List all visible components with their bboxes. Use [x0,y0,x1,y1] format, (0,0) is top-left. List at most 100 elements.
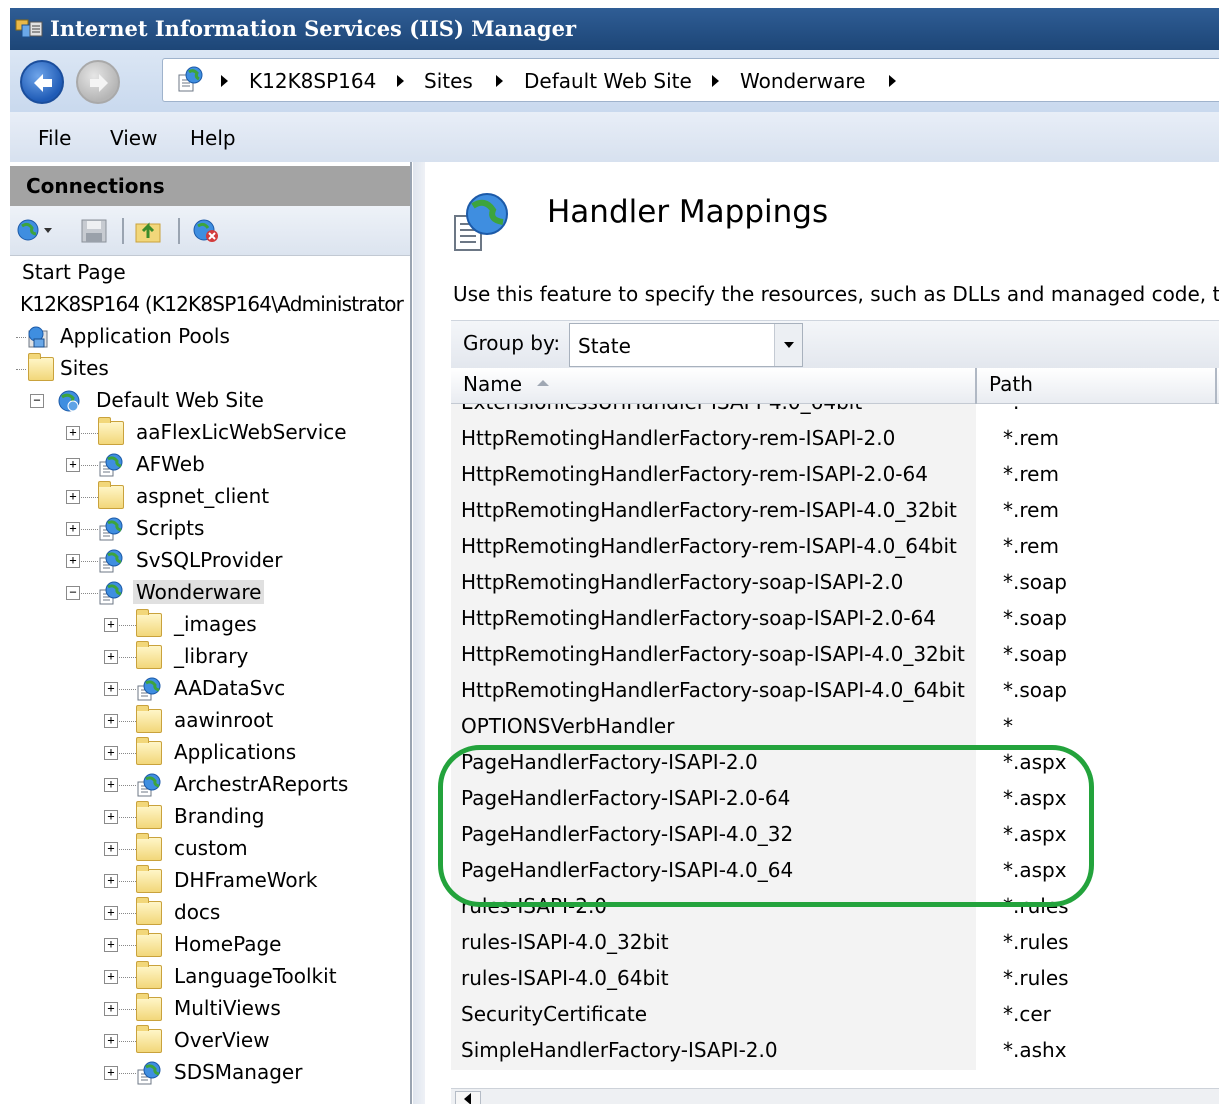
tree-item-languagetoolkit[interactable]: + LanguageToolkit [10,961,410,994]
tree-item-sdsmanager[interactable]: + SDSManager [10,1058,410,1090]
expand-toggle-icon[interactable]: + [66,458,80,472]
tree-connector [81,497,98,498]
expand-toggle-icon[interactable]: + [104,938,118,952]
breadcrumb-separator-icon[interactable] [712,75,719,87]
address-bar[interactable]: K12K8SP164 Sites Default Web Site Wonder… [162,58,1219,102]
tree-item-aspnet-client[interactable]: + aspnet_client [10,481,410,514]
scroll-left-icon[interactable] [455,1091,481,1104]
group-by-select[interactable]: State [569,323,803,367]
table-row[interactable]: HttpRemotingHandlerFactory-rem-ISAPI-4.0… [451,530,1219,566]
forward-button[interactable] [76,60,120,104]
expand-toggle-icon[interactable]: + [104,1034,118,1048]
table-row[interactable]: SimpleHandlerFactory-ISAPI-2.0 *.ashx [451,1034,1219,1070]
tree-item-label: docs [174,900,221,924]
web-application-icon [99,453,123,477]
tree-item-afweb[interactable]: + AFWeb [10,450,410,482]
tree-item-overview[interactable]: + OverView [10,1025,410,1058]
expand-toggle-icon[interactable]: + [104,714,118,728]
breadcrumb-separator-icon[interactable] [889,75,896,87]
collapse-toggle-icon[interactable]: − [30,394,44,408]
expand-toggle-icon[interactable]: + [104,1066,118,1080]
tree-item-aadatasvc[interactable]: + AADataSvc [10,674,410,706]
tree-item-images[interactable]: + _images [10,609,410,642]
expand-toggle-icon[interactable]: + [66,490,80,504]
table-row[interactable]: HttpRemotingHandlerFactory-soap-ISAPI-2.… [451,602,1219,638]
expand-toggle-icon[interactable]: + [104,874,118,888]
tree-item-aawinroot[interactable]: + aawinroot [10,705,410,738]
table-row[interactable]: PageHandlerFactory-ISAPI-4.0_64 *.aspx [451,854,1219,890]
back-button[interactable] [20,60,64,104]
connections-toolbar [10,206,410,256]
table-row[interactable]: PageHandlerFactory-ISAPI-4.0_32 *.aspx [451,818,1219,854]
menu-help[interactable]: Help [190,126,236,150]
table-row[interactable]: HttpRemotingHandlerFactory-soap-ISAPI-4.… [451,674,1219,710]
menu-view[interactable]: View [110,126,157,150]
tree-connector [119,721,136,722]
tree-item-applications[interactable]: + Applications [10,737,410,770]
table-row[interactable]: OPTIONSVerbHandler * [451,710,1219,746]
table-row[interactable]: rules-ISAPI-4.0_64bit *.rules [451,962,1219,998]
expand-toggle-icon[interactable]: + [66,554,80,568]
expand-toggle-icon[interactable]: + [66,522,80,536]
tree-connector [16,337,26,338]
connect-icon[interactable] [16,218,58,244]
tree-item-docs[interactable]: + docs [10,897,410,930]
table-row[interactable]: HttpRemotingHandlerFactory-rem-ISAPI-4.0… [451,494,1219,530]
expand-toggle-icon[interactable]: + [104,778,118,792]
tree-item-wonderware[interactable]: − Wonderware [10,578,410,610]
table-row[interactable]: HttpRemotingHandlerFactory-rem-ISAPI-2.0… [451,422,1219,458]
table-row[interactable]: PageHandlerFactory-ISAPI-2.0-64 *.aspx [451,782,1219,818]
breadcrumb-separator-icon[interactable] [397,75,404,87]
tree-item-scripts[interactable]: + Scripts [10,514,410,546]
table-row[interactable]: HttpRemotingHandlerFactory-soap-ISAPI-4.… [451,638,1219,674]
folder-icon [136,929,162,957]
expand-toggle-icon[interactable]: + [104,906,118,920]
folder-icon [136,705,162,733]
breadcrumb-item-default-web-site[interactable]: Default Web Site [524,69,692,93]
tree-item-dhframework[interactable]: + DHFrameWork [10,865,410,898]
expand-toggle-icon[interactable]: + [104,746,118,760]
table-row[interactable]: PageHandlerFactory-ISAPI-2.0 *.aspx [451,746,1219,782]
tree-item-multiviews[interactable]: + MultiViews [10,993,410,1026]
connections-header: Connections [10,166,410,206]
chevron-down-icon[interactable] [774,324,802,366]
table-row[interactable]: rules-ISAPI-4.0_32bit *.rules [451,926,1219,962]
table-row[interactable]: HttpRemotingHandlerFactory-rem-ISAPI-2.0… [451,458,1219,494]
tree-item-branding[interactable]: + Branding [10,801,410,834]
breadcrumb-item-server[interactable]: K12K8SP164 [249,69,376,93]
table-row[interactable]: SecurityCertificate *.cer [451,998,1219,1034]
tree-item-homepage[interactable]: + HomePage [10,929,410,962]
expand-toggle-icon[interactable]: + [104,842,118,856]
up-level-icon[interactable] [134,218,164,244]
table-row[interactable]: HttpRemotingHandlerFactory-soap-ISAPI-2.… [451,566,1219,602]
breadcrumb-separator-icon[interactable] [496,75,503,87]
handler-path: *.rem [1003,462,1059,486]
tree-item-server[interactable]: K12K8SP164 (K12K8SP164\Administrator [22,290,410,322]
disconnect-icon[interactable] [190,218,222,244]
breadcrumb-item-sites[interactable]: Sites [424,69,473,93]
save-icon[interactable] [80,218,108,244]
expand-toggle-icon[interactable]: + [104,618,118,632]
expand-toggle-icon[interactable]: + [66,426,80,440]
table-row[interactable]: rules-ISAPI-2.0 *.rules [451,890,1219,926]
tree-item-archestrareports[interactable]: + ArchestrAReports [10,770,410,802]
column-header-name[interactable]: Name [463,372,522,396]
column-header-path[interactable]: Path [989,372,1033,396]
handler-name: HttpRemotingHandlerFactory-soap-ISAPI-4.… [461,678,965,702]
handler-mappings-icon [454,193,508,251]
tree-item-svsqlprovider[interactable]: + SvSQLProvider [10,546,410,578]
column-resize-handle[interactable] [975,368,977,404]
tree-item-aaflexlicwebservice[interactable]: + aaFlexLicWebService [10,417,410,450]
horizontal-scrollbar[interactable] [451,1088,1219,1104]
expand-toggle-icon[interactable]: + [104,650,118,664]
breadcrumb-item-wonderware[interactable]: Wonderware [740,69,865,93]
collapse-toggle-icon[interactable]: − [66,586,80,600]
column-resize-handle[interactable] [1215,368,1217,404]
expand-toggle-icon[interactable]: + [104,810,118,824]
expand-toggle-icon[interactable]: + [104,970,118,984]
expand-toggle-icon[interactable]: + [104,1002,118,1016]
expand-toggle-icon[interactable]: + [104,682,118,696]
tree-item-library[interactable]: + _library [10,641,410,674]
menu-file[interactable]: File [38,126,71,150]
tree-item-custom[interactable]: + custom [10,833,410,866]
